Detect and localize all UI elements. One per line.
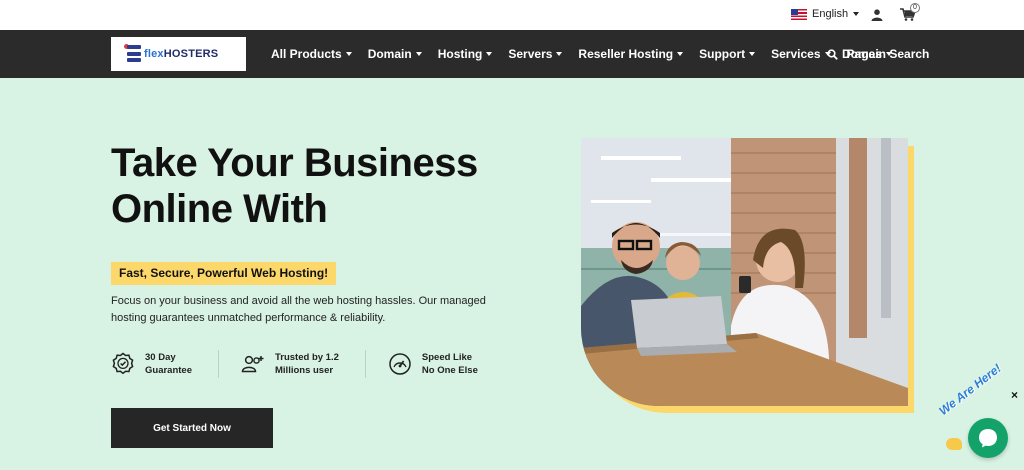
users-plus-icon [241, 355, 264, 373]
chevron-down-icon [486, 52, 493, 56]
chevron-down-icon [556, 52, 563, 56]
nav-item-hosting[interactable]: Hosting [438, 47, 493, 61]
feature-divider [218, 350, 219, 378]
main-navbar: flexHOSTERS All Products Domain Hosting … [0, 30, 1024, 78]
search-icon [827, 48, 838, 60]
nav-item-support[interactable]: Support [699, 47, 756, 61]
domain-search-link[interactable]: Domain Search [827, 47, 929, 61]
hero-description: Focus on your business and avoid all the… [111, 295, 486, 324]
language-label: English [812, 8, 849, 20]
site-logo[interactable]: flexHOSTERS [111, 37, 246, 71]
waving-hand-icon [946, 438, 962, 450]
nav-item-all-products[interactable]: All Products [271, 47, 352, 61]
domain-search-label: Domain Search [842, 47, 930, 61]
chevron-down-icon [853, 12, 860, 16]
chevron-down-icon [415, 52, 422, 56]
cart-count-badge: 0 [910, 3, 920, 13]
top-utility-bar: English 0 [0, 0, 1024, 30]
live-chat-button[interactable] [968, 418, 1008, 458]
logo-text: flexHOSTERS [144, 48, 219, 60]
server-stack-icon [124, 44, 141, 63]
team-working-photo [581, 138, 908, 406]
chat-close-button[interactable]: × [1011, 388, 1018, 402]
nav-item-domain[interactable]: Domain [368, 47, 422, 61]
nav-item-servers[interactable]: Servers [508, 47, 563, 61]
feature-guarantee: 30 Day Guarantee [111, 351, 192, 377]
get-started-button[interactable]: Get Started Now [111, 408, 273, 448]
chevron-down-icon [749, 52, 756, 56]
feature-divider [364, 350, 366, 378]
feature-speed: Speed Like No One Else [388, 351, 478, 377]
chat-bubble-icon [979, 429, 997, 448]
user-account-icon[interactable] [871, 9, 883, 21]
us-flag-icon [791, 8, 807, 20]
chat-greeting-label: We Are Here! [936, 360, 1004, 418]
nav-item-reseller-hosting[interactable]: Reseller Hosting [578, 47, 684, 61]
hero-tagline: Fast, Secure, Powerful Web Hosting! [111, 262, 337, 285]
chevron-down-icon [345, 52, 352, 56]
hero-photo [581, 138, 908, 406]
badge-check-icon [112, 352, 134, 375]
feature-list: 30 Day Guarantee Trusted by 1.2 Millions u… [111, 350, 478, 378]
hero-headline: Take Your Business Online With [111, 141, 478, 231]
nav-item-services[interactable]: Services [771, 47, 831, 61]
speedometer-icon [389, 353, 411, 375]
language-selector[interactable]: English [791, 8, 860, 20]
chevron-down-icon [677, 52, 684, 56]
nav-menu: All Products Domain Hosting Servers Rese… [271, 30, 908, 78]
feature-trusted-users: Trusted by 1.2 Millions user [241, 351, 339, 377]
